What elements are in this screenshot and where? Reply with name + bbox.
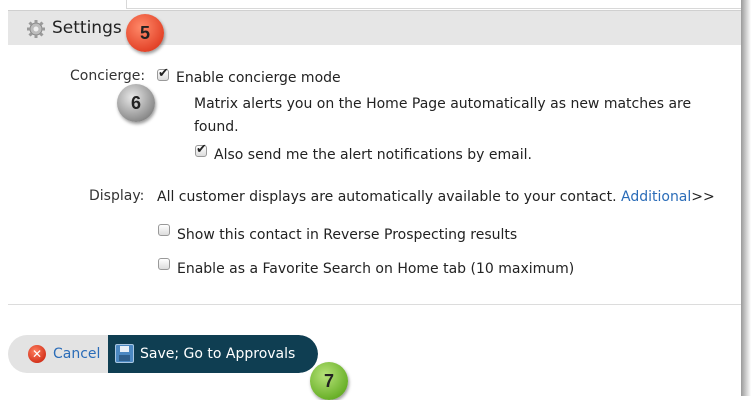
cancel-button[interactable]: ✕ Cancel — [8, 335, 108, 373]
concierge-label: Concierge: — [70, 68, 146, 84]
email-alert-checkbox[interactable]: ✔ — [195, 142, 207, 157]
save-go-to-approvals-button[interactable]: Save; Go to Approvals — [108, 335, 318, 373]
top-strip — [8, 0, 742, 10]
callout-badge-7: 7 — [310, 362, 348, 400]
enable-concierge-checkbox[interactable]: ✔ — [157, 66, 169, 81]
callout-badge-5: 5 — [126, 14, 164, 52]
display-text-line: All customer displays are automatically … — [157, 189, 715, 205]
section-divider — [8, 304, 741, 305]
checkmark-icon: ✔ — [196, 142, 207, 157]
cancel-label: Cancel — [53, 346, 101, 362]
settings-header: Settings — [8, 10, 741, 45]
callout-badge-6: 6 — [117, 84, 155, 122]
display-description: All customer displays are automatically … — [157, 189, 617, 205]
additional-link-suffix: >> — [691, 189, 715, 205]
cancel-x-icon: ✕ — [28, 345, 46, 363]
favorite-search-label: Enable as a Favorite Search on Home tab … — [177, 261, 575, 277]
top-panel-edge — [126, 0, 742, 9]
reverse-prospecting-label: Show this contact in Reverse Prospecting… — [177, 227, 518, 243]
display-label: Display: — [89, 188, 145, 204]
action-bar: ✕ Cancel Save; Go to Approvals — [8, 335, 318, 373]
enable-concierge-label: Enable concierge mode — [176, 70, 341, 86]
gear-icon — [27, 20, 45, 38]
reverse-prospecting-checkbox[interactable] — [158, 224, 170, 236]
floppy-disk-icon — [115, 344, 134, 363]
concierge-description-line2: found. — [194, 119, 239, 135]
concierge-description-line1: Matrix alerts you on the Home Page autom… — [194, 96, 692, 112]
save-label: Save; Go to Approvals — [140, 346, 296, 362]
favorite-search-checkbox[interactable] — [158, 258, 170, 270]
settings-title: Settings — [52, 18, 122, 38]
additional-link[interactable]: Additional — [621, 189, 691, 205]
checkmark-icon: ✔ — [158, 66, 169, 81]
email-alert-label: Also send me the alert notifications by … — [214, 147, 532, 163]
right-edge-shadow — [741, 0, 751, 396]
